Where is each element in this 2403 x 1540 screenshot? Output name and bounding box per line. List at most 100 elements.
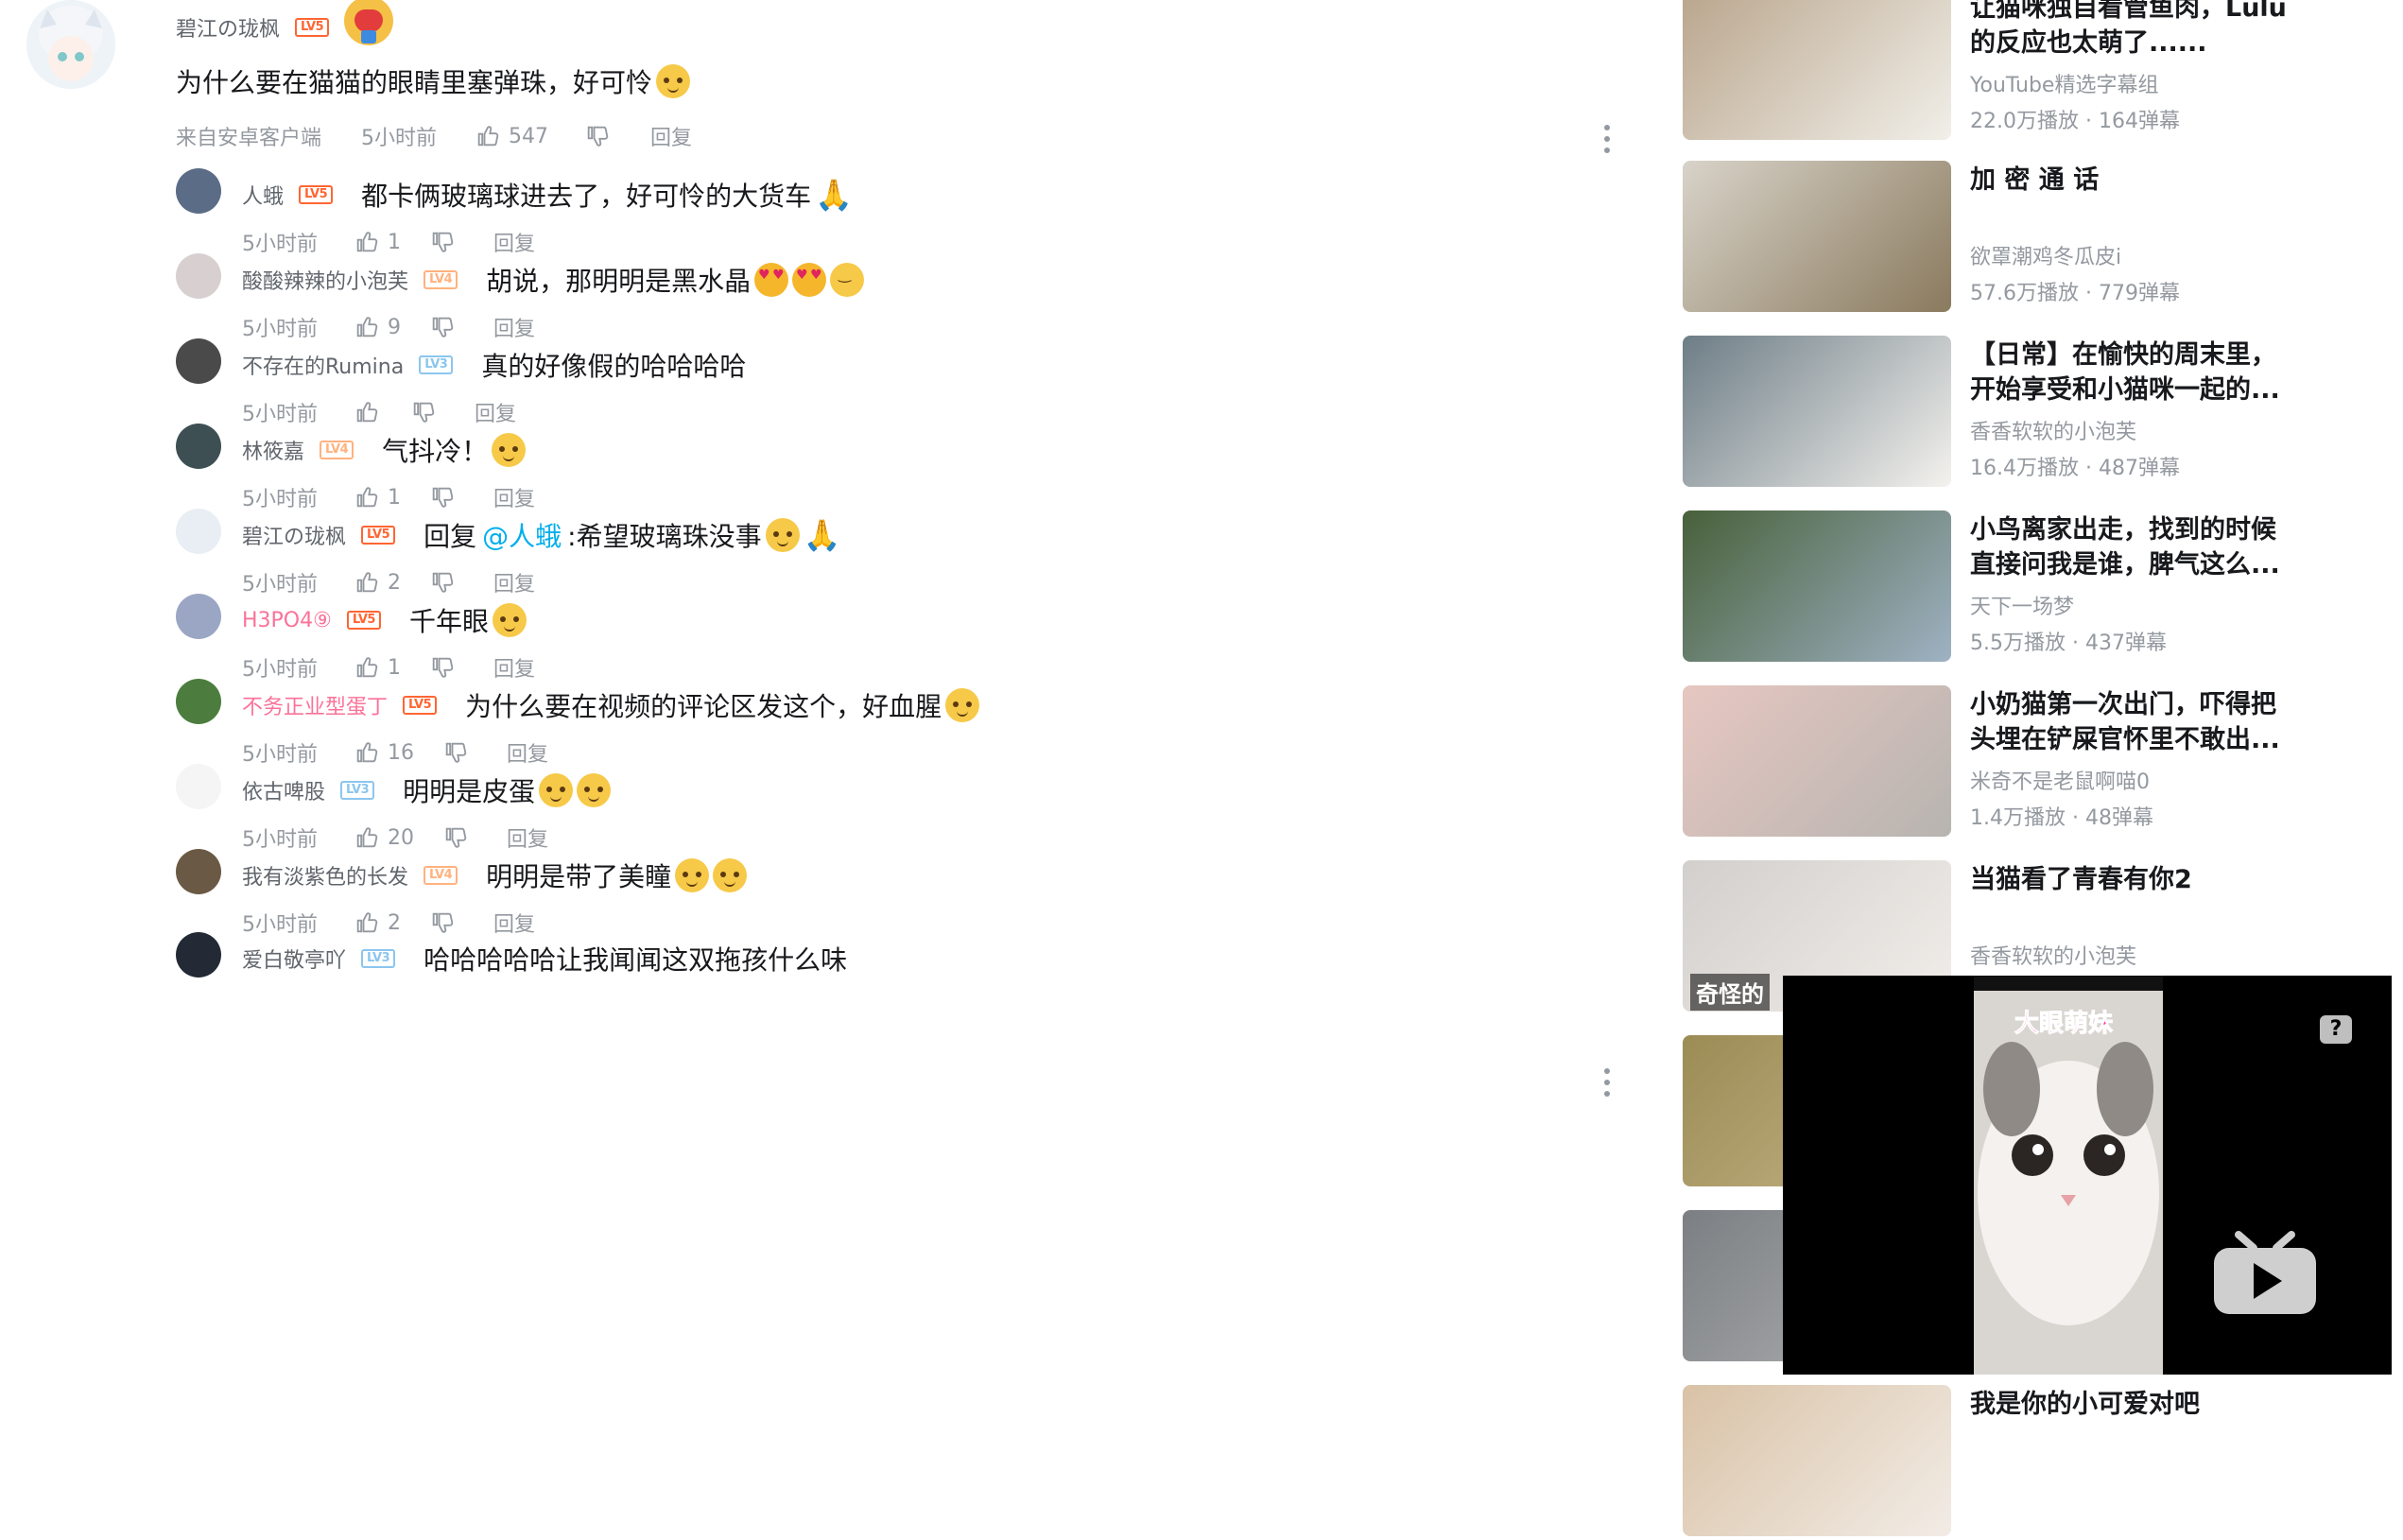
reply-body: 胡说，那明明是黑水晶 — [486, 266, 752, 297]
dog-emoji-icon — [492, 603, 527, 637]
reply-button[interactable]: 回复 — [475, 397, 516, 427]
video-author[interactable]: 欲罩潮鸡冬瓜皮i — [1970, 240, 2121, 270]
dog-emoji-icon — [765, 518, 800, 552]
dislike-icon[interactable] — [410, 399, 437, 425]
help-button[interactable]: ? — [2320, 1015, 2352, 1044]
reply-button[interactable]: 回复 — [493, 908, 535, 938]
video-author[interactable]: 米奇不是老鼠啊喵0 — [1970, 765, 2150, 795]
like-icon[interactable] — [354, 824, 380, 851]
avatar[interactable] — [176, 168, 221, 214]
dislike-icon[interactable] — [429, 569, 456, 596]
avatar[interactable] — [176, 594, 221, 639]
username[interactable]: 不存在的Rumina — [242, 350, 404, 380]
more-options-icon[interactable] — [1603, 1068, 1611, 1097]
video-stats: 16.4万播放 · 487弹幕 — [1970, 457, 2180, 480]
dislike-icon[interactable] — [442, 824, 469, 851]
video-author[interactable]: 天下一场梦 — [1970, 590, 2074, 620]
video-card[interactable]: 小奶猫第一次出门，吓得把头埋在铲屎官怀里不敢出... 米奇不是老鼠啊喵0 1.4万播… — [1683, 685, 2403, 840]
username[interactable]: 不务正业型蛋丁 — [242, 690, 388, 720]
reply-meta: 5小时前 1 回复 — [242, 227, 535, 257]
dislike-icon[interactable] — [429, 484, 456, 510]
mention-link[interactable]: @人蛾 — [482, 516, 562, 554]
username[interactable]: 林筱嘉 — [242, 435, 304, 465]
video-author[interactable]: 香香软软的小泡芙 — [1970, 940, 2136, 970]
video-author[interactable]: YouTube精选字幕组 — [1970, 68, 2158, 98]
reply-meta: 5小时前 1 回复 — [242, 482, 535, 512]
username[interactable]: 人蛾 — [242, 180, 284, 210]
video-thumbnail[interactable] — [1683, 161, 1951, 312]
video-thumbnail[interactable] — [1683, 1385, 1951, 1536]
dislike-icon[interactable] — [429, 314, 456, 340]
video-title[interactable]: 【日常】在愉快的周末里，开始享受和小猫咪一起的... — [1970, 337, 2301, 407]
username[interactable]: 酸酸辣辣的小泡芙 — [242, 265, 408, 295]
video-title[interactable]: 我是你的小可爱对吧 — [1970, 1387, 2301, 1422]
avatar[interactable] — [176, 679, 221, 724]
video-card[interactable]: 小鸟离家出走，找到的时候直接问我是谁，脾气这么... 天下一场梦 5.5万播放 · … — [1683, 510, 2403, 666]
like-icon[interactable] — [354, 654, 380, 681]
reply-time: 5小时前 — [242, 488, 318, 511]
reply-meta: 5小时前 1 回复 — [242, 652, 535, 683]
level-badge: LV5 — [346, 611, 381, 630]
avatar[interactable] — [26, 0, 115, 89]
reply-button[interactable]: 回复 — [493, 312, 535, 342]
reply-text: 气抖冷！ — [382, 431, 527, 469]
avatar[interactable] — [176, 764, 221, 809]
reply-button[interactable]: 回复 — [493, 227, 535, 257]
reply-button[interactable]: 回复 — [507, 737, 548, 768]
like-icon[interactable] — [475, 123, 501, 149]
reply-button[interactable]: 回复 — [493, 567, 535, 597]
reply-header: 不存在的Rumina LV3 真的好像假的哈哈哈哈 — [242, 346, 746, 384]
avatar[interactable] — [176, 509, 221, 554]
video-card[interactable]: 我是你的小可爱对吧 — [1683, 1385, 2403, 1540]
username[interactable]: 我有淡紫色的长发 — [242, 860, 408, 891]
dislike-icon[interactable] — [429, 229, 456, 255]
username[interactable]: 爱白敬亭吖 — [242, 943, 346, 974]
bilibili-play-icon[interactable] — [2210, 1231, 2320, 1320]
like-icon[interactable] — [354, 484, 380, 510]
avatar[interactable] — [176, 849, 221, 894]
like-icon[interactable] — [354, 229, 380, 255]
reply-button[interactable]: 回复 — [493, 652, 535, 683]
comment-body: 为什么要在猫猫的眼睛里塞弹珠，好可怜 — [176, 67, 653, 98]
dislike-icon[interactable] — [429, 909, 456, 936]
like-icon[interactable] — [354, 569, 380, 596]
video-title[interactable]: 当猫看了青春有你2 — [1970, 862, 2301, 897]
dislike-icon[interactable] — [429, 654, 456, 681]
reply-body: 千年眼 — [408, 606, 489, 637]
avatar[interactable] — [176, 932, 221, 978]
video-title[interactable]: 小鸟离家出走，找到的时候直接问我是谁，脾气这么... — [1970, 512, 2301, 582]
dog-emoji-icon — [675, 858, 710, 892]
video-card[interactable]: 让猫咪独自看管鱼肉，Lulu的反应也太萌了...... YouTube精选字幕组 2… — [1683, 0, 2403, 144]
avatar[interactable] — [176, 253, 221, 299]
mini-player[interactable]: 大眼萌妹 ? — [1783, 976, 2392, 1375]
video-card[interactable]: 加 密 通 话欲罩潮鸡冬瓜皮i 57.6万播放 · 779弹幕 — [1683, 161, 2403, 316]
username[interactable]: H3PO4⑨ — [242, 609, 332, 632]
reply-button[interactable]: 回复 — [493, 482, 535, 512]
reply-meta: 5小时前 16 回复 — [242, 737, 548, 768]
video-thumbnail[interactable] — [1683, 510, 1951, 662]
like-count: 20 — [388, 825, 414, 850]
dislike-icon[interactable] — [442, 739, 469, 766]
video-title[interactable]: 小奶猫第一次出门，吓得把头埋在铲屎官怀里不敢出... — [1970, 687, 2301, 757]
video-title[interactable]: 让猫咪独自看管鱼肉，Lulu的反应也太萌了...... — [1970, 0, 2301, 61]
avatar[interactable] — [176, 424, 221, 469]
video-thumbnail[interactable] — [1683, 685, 1951, 837]
username[interactable]: 依古啤股 — [242, 775, 325, 805]
username[interactable]: 碧江の珑枫 — [242, 520, 346, 550]
like-icon[interactable] — [354, 909, 380, 936]
reply-button[interactable]: 回复 — [507, 822, 548, 853]
avatar[interactable] — [176, 338, 221, 384]
dislike-icon[interactable] — [584, 123, 611, 149]
reply-button[interactable]: 回复 — [650, 121, 692, 151]
video-thumbnail[interactable] — [1683, 0, 1951, 140]
more-options-icon[interactable] — [1603, 125, 1611, 153]
video-thumbnail[interactable] — [1683, 336, 1951, 487]
video-title[interactable]: 加 密 通 话 — [1970, 163, 2301, 198]
username[interactable]: 碧江の珑枫 — [176, 12, 280, 43]
video-card[interactable]: 【日常】在愉快的周末里，开始享受和小猫咪一起的... 香香软软的小泡芙 16.4万播… — [1683, 336, 2403, 491]
like-icon[interactable] — [354, 739, 380, 766]
like-icon[interactable] — [354, 399, 380, 425]
video-author[interactable]: 香香软软的小泡芙 — [1970, 415, 2136, 445]
like-icon[interactable] — [354, 314, 380, 340]
reply-header: 不务正业型蛋丁 LV5 为什么要在视频的评论区发这个，好血腥 — [242, 686, 980, 724]
